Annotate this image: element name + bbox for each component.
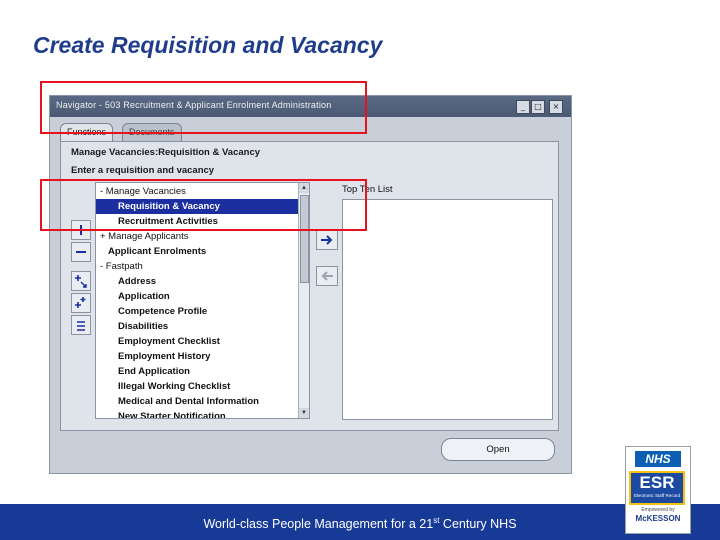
open-button[interactable]: Open xyxy=(441,438,555,461)
nhs-logo: NHS xyxy=(635,451,681,467)
tree-item[interactable]: Employment Checklist xyxy=(118,334,220,349)
top-ten-list[interactable] xyxy=(342,199,553,420)
arrow-right-icon xyxy=(321,235,333,245)
collapse-all-button[interactable] xyxy=(71,315,91,335)
tree-item[interactable]: End Application xyxy=(118,364,190,379)
tree-item[interactable]: Medical and Dental Information xyxy=(118,394,259,409)
remove-from-top-list-button[interactable] xyxy=(316,266,338,286)
mckesson-logo: McKESSON xyxy=(635,514,681,523)
scroll-down-icon[interactable]: ▼ xyxy=(299,408,309,418)
footer-bar: World-class People Management for a 21st… xyxy=(0,504,720,540)
highlight-box-selection xyxy=(40,179,367,231)
highlight-box-titlebar xyxy=(40,81,367,134)
expand-all-button[interactable] xyxy=(71,293,91,313)
esr-logo: NHS ESR Electronic Staff Record Empowere… xyxy=(625,446,691,534)
panel-description: Enter a requisition and vacancy xyxy=(71,165,215,176)
expand-branch-icon xyxy=(75,275,87,288)
tree-item[interactable]: Disabilities xyxy=(118,319,168,334)
tree-item[interactable]: - Fastpath xyxy=(100,259,143,274)
minimize-button[interactable]: _ xyxy=(516,100,530,114)
tree-item[interactable]: Employment History xyxy=(118,349,210,364)
tree-item[interactable]: New Starter Notification xyxy=(118,409,226,418)
panel-heading: Manage Vacancies:Requisition & Vacancy xyxy=(71,147,261,158)
add-to-top-list-button[interactable] xyxy=(316,230,338,250)
maximize-button[interactable]: □ xyxy=(531,100,545,114)
expand-branch-button[interactable] xyxy=(71,271,91,291)
tree-item[interactable]: Competence Profile xyxy=(118,304,207,319)
navigator-window: Navigator - 503 Recruitment & Applicant … xyxy=(49,95,572,474)
powered-by-text: Empowered by xyxy=(641,507,675,513)
tree-item[interactable]: Illegal Working Checklist xyxy=(118,379,230,394)
arrow-left-icon xyxy=(321,271,333,281)
collapse-button[interactable] xyxy=(71,242,91,262)
tree-item[interactable]: Address xyxy=(118,274,156,289)
footer-text: World-class People Management for a 21st… xyxy=(203,516,517,532)
tree-item[interactable]: Applicant Enrolments xyxy=(108,244,206,259)
collapse-all-icon xyxy=(77,321,85,331)
expand-all-icon xyxy=(75,297,86,308)
close-button[interactable]: × xyxy=(549,100,563,114)
slide-title: Create Requisition and Vacancy xyxy=(33,32,383,58)
tree-item[interactable]: Application xyxy=(118,289,170,304)
tree-item[interactable]: + Manage Applicants xyxy=(100,229,188,244)
minus-icon xyxy=(76,251,86,253)
esr-badge: ESR Electronic Staff Record xyxy=(629,471,685,505)
